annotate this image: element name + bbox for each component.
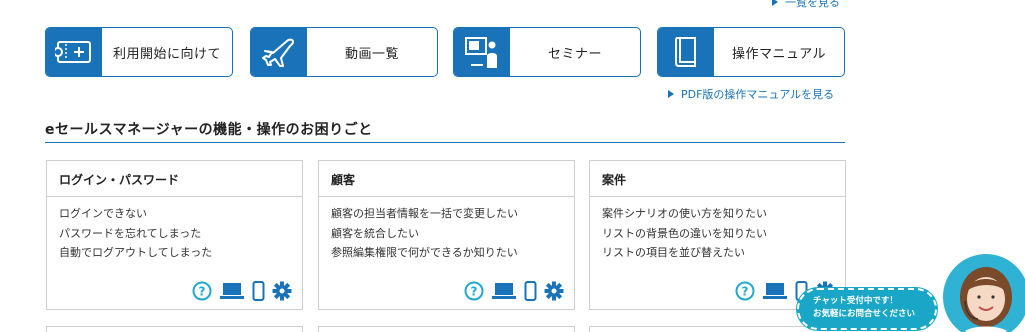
card-link[interactable]: リストの項目を並び替えたい	[602, 243, 833, 263]
card-customer: 顧客 顧客の担当者情報を一括で変更したい 顧客を統合したい 参照編集権限で何がで…	[318, 160, 575, 310]
presentation-icon	[454, 28, 510, 76]
card-title: 案件	[590, 161, 845, 197]
card-link[interactable]: パスワードを忘れてしまった	[59, 224, 290, 244]
card-next-row	[318, 326, 575, 332]
chat-bubble[interactable]: チャット受付中です！ お気軽にお問合せください	[797, 288, 937, 330]
triangle-right-icon	[668, 90, 674, 98]
nav-videos-button[interactable]: 動画一覧	[250, 27, 438, 77]
smartphone-icon	[252, 281, 265, 301]
triangle-right-icon	[772, 0, 778, 6]
book-icon	[658, 28, 714, 76]
card-link[interactable]: 案件シナリオの使い方を知りたい	[602, 204, 833, 224]
card-link[interactable]: リストの背景色の違いを知りたい	[602, 224, 833, 244]
card-title: ログイン・パスワード	[47, 161, 302, 197]
gear-icon	[272, 281, 292, 301]
svg-text:?: ?	[199, 285, 206, 299]
help-icon: ?	[192, 281, 212, 301]
smartphone-icon	[524, 281, 537, 301]
laptop-icon	[220, 283, 244, 299]
nav-videos-label: 動画一覧	[344, 46, 399, 62]
nav-getting-started-button[interactable]: 利用開始に向けて	[45, 27, 233, 77]
nav-seminar-label: セミナー	[547, 46, 602, 62]
svg-text:?: ?	[471, 285, 478, 299]
nav-seminar-button[interactable]: セミナー	[453, 27, 641, 77]
svg-text:?: ?	[742, 285, 749, 299]
laptop-icon	[763, 283, 787, 299]
pdf-manual-link[interactable]: PDF版の操作マニュアルを見る	[668, 86, 834, 102]
chat-line-1: チャット受付中です！	[813, 296, 898, 306]
operator-portrait	[946, 257, 1025, 332]
laptop-icon	[492, 283, 516, 299]
card-link[interactable]: 顧客を統合したい	[331, 224, 562, 244]
ticket-icon	[46, 28, 102, 76]
card-deal: 案件 案件シナリオの使い方を知りたい リストの背景色の違いを知りたい リストの項…	[589, 160, 846, 310]
section-title: eセールスマネージャーの機能・操作のお困りごと	[45, 122, 373, 138]
section-divider	[45, 142, 845, 143]
nav-getting-started-label: 利用開始に向けて	[112, 46, 221, 62]
card-link[interactable]: 参照編集権限で何ができるか知りたい	[331, 243, 562, 263]
help-icon: ?	[464, 281, 484, 301]
list-link[interactable]: 一覧を見る	[772, 0, 840, 10]
nav-manual-label: 操作マニュアル	[731, 46, 827, 62]
chat-operator-avatar[interactable]	[943, 254, 1025, 332]
chat-line-2: お気軽にお問合せください	[813, 309, 916, 319]
card-title: 顧客	[319, 161, 574, 197]
card-login-password: ログイン・パスワード ログインできない パスワードを忘れてしまった 自動でログア…	[46, 160, 303, 310]
card-link[interactable]: 顧客の担当者情報を一括で変更したい	[331, 204, 562, 224]
nav-manual-button[interactable]: 操作マニュアル	[657, 27, 845, 77]
gear-icon	[544, 281, 564, 301]
card-link[interactable]: 自動でログアウトしてしまった	[59, 243, 290, 263]
card-link[interactable]: ログインできない	[59, 204, 290, 224]
airplane-icon	[251, 28, 307, 76]
card-next-row	[46, 326, 303, 332]
help-icon: ?	[735, 281, 755, 301]
